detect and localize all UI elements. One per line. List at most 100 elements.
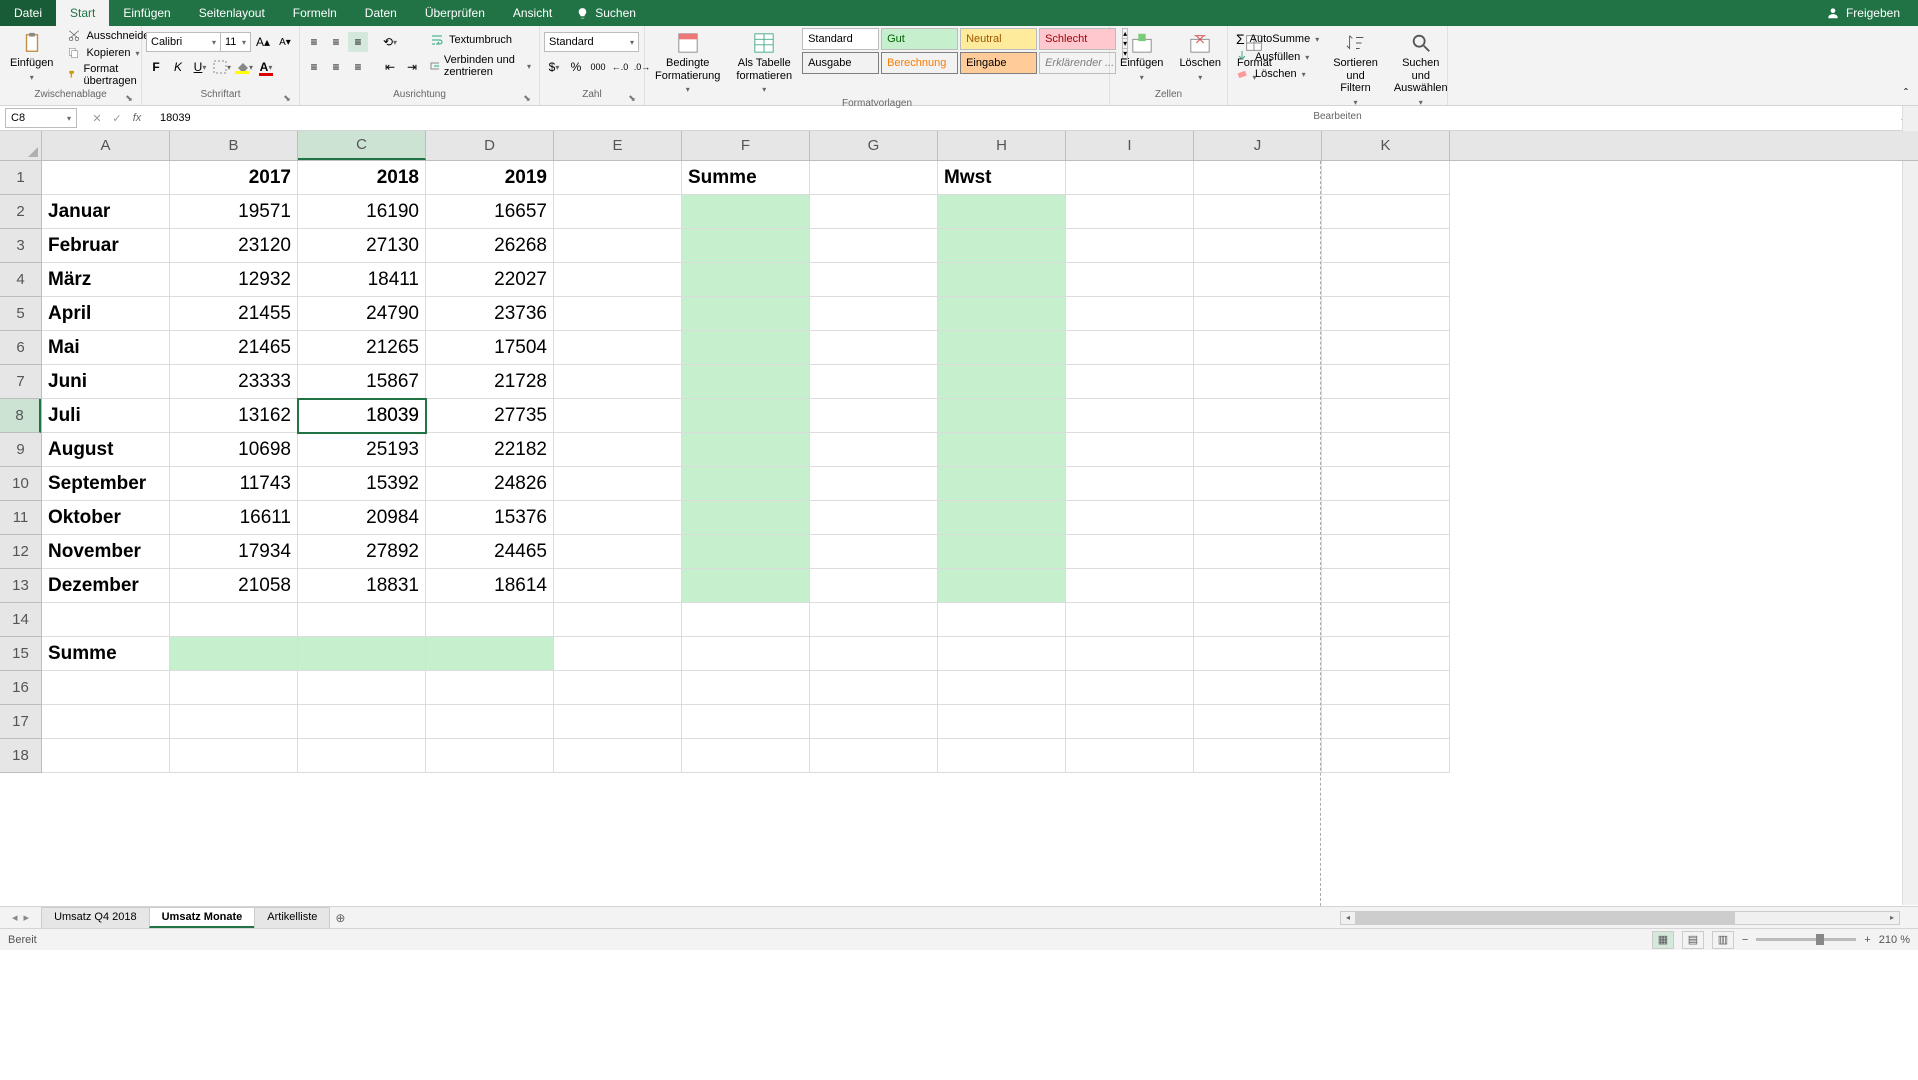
select-all-corner[interactable] <box>0 131 42 161</box>
orientation-button[interactable]: ⟲▾ <box>380 32 400 52</box>
col-header-I[interactable]: I <box>1066 131 1194 160</box>
row-header-8[interactable]: 8 <box>0 399 41 433</box>
cell-B13[interactable]: 21058 <box>170 569 298 603</box>
cell-H6[interactable] <box>938 331 1066 365</box>
cell-G7[interactable] <box>810 365 938 399</box>
cell-C2[interactable]: 16190 <box>298 195 426 229</box>
cell-F13[interactable] <box>682 569 810 603</box>
view-layout-button[interactable]: ▤ <box>1682 931 1704 949</box>
cell-A4[interactable]: März <box>42 263 170 297</box>
tab-layout[interactable]: Seitenlayout <box>185 0 279 26</box>
sheet-tab-q4[interactable]: Umsatz Q4 2018 <box>41 907 150 928</box>
cell-A14[interactable] <box>42 603 170 637</box>
cell-D17[interactable] <box>426 705 554 739</box>
underline-button[interactable]: U▾ <box>190 57 210 77</box>
sort-filter-button[interactable]: Sortieren und Filtern▾ <box>1327 28 1384 111</box>
cell-B1[interactable]: 2017 <box>170 161 298 195</box>
cell-J8[interactable] <box>1194 399 1322 433</box>
cell-F2[interactable] <box>682 195 810 229</box>
cell-B17[interactable] <box>170 705 298 739</box>
cell-C11[interactable]: 20984 <box>298 501 426 535</box>
cell-K6[interactable] <box>1322 331 1450 365</box>
col-header-F[interactable]: F <box>682 131 810 160</box>
row-header-17[interactable]: 17 <box>0 705 41 739</box>
cell-J18[interactable] <box>1194 739 1322 773</box>
cell-K2[interactable] <box>1322 195 1450 229</box>
cell-J4[interactable] <box>1194 263 1322 297</box>
cell-H13[interactable] <box>938 569 1066 603</box>
cell-A15[interactable]: Summe <box>42 637 170 671</box>
cell-K5[interactable] <box>1322 297 1450 331</box>
cell-B15[interactable] <box>170 637 298 671</box>
wrap-text-button[interactable]: Textumbruch <box>426 32 535 48</box>
cell-F18[interactable] <box>682 739 810 773</box>
cell-A6[interactable]: Mai <box>42 331 170 365</box>
cell-A2[interactable]: Januar <box>42 195 170 229</box>
tab-data[interactable]: Daten <box>351 0 411 26</box>
cell-I14[interactable] <box>1066 603 1194 637</box>
cell-K15[interactable] <box>1322 637 1450 671</box>
cell-J2[interactable] <box>1194 195 1322 229</box>
cell-I11[interactable] <box>1066 501 1194 535</box>
cell-G14[interactable] <box>810 603 938 637</box>
horizontal-scrollbar[interactable]: ◂▸ <box>1340 911 1900 925</box>
fill-color-button[interactable]: ▾ <box>234 57 254 77</box>
cell-B11[interactable]: 16611 <box>170 501 298 535</box>
cell-K13[interactable] <box>1322 569 1450 603</box>
style-neutral[interactable]: Neutral <box>960 28 1037 50</box>
cell-D3[interactable]: 26268 <box>426 229 554 263</box>
border-button[interactable]: ▾ <box>212 57 232 77</box>
cell-F7[interactable] <box>682 365 810 399</box>
cell-B14[interactable] <box>170 603 298 637</box>
cell-G13[interactable] <box>810 569 938 603</box>
zoom-out[interactable]: − <box>1742 934 1748 946</box>
row-header-7[interactable]: 7 <box>0 365 41 399</box>
cell-G12[interactable] <box>810 535 938 569</box>
sheet-nav-prev[interactable]: ◂ <box>12 911 18 924</box>
font-name-combo[interactable]: Calibri▾ <box>146 32 221 52</box>
cell-D14[interactable] <box>426 603 554 637</box>
format-as-table-button[interactable]: Als Tabelle formatieren▾ <box>730 28 798 98</box>
cell-K3[interactable] <box>1322 229 1450 263</box>
cell-C10[interactable]: 15392 <box>298 467 426 501</box>
cell-I9[interactable] <box>1066 433 1194 467</box>
font-size-combo[interactable]: 11▾ <box>221 32 251 52</box>
cell-E18[interactable] <box>554 739 682 773</box>
cell-J12[interactable] <box>1194 535 1322 569</box>
cell-H11[interactable] <box>938 501 1066 535</box>
cell-H15[interactable] <box>938 637 1066 671</box>
cell-K1[interactable] <box>1322 161 1450 195</box>
col-header-G[interactable]: G <box>810 131 938 160</box>
cell-F5[interactable] <box>682 297 810 331</box>
cell-E6[interactable] <box>554 331 682 365</box>
cell-C5[interactable]: 24790 <box>298 297 426 331</box>
cell-J9[interactable] <box>1194 433 1322 467</box>
insert-cells-button[interactable]: Einfügen▾ <box>1114 28 1169 86</box>
add-sheet-button[interactable]: ⊕ <box>329 911 351 925</box>
cell-I12[interactable] <box>1066 535 1194 569</box>
cell-F15[interactable] <box>682 637 810 671</box>
cell-F1[interactable]: Summe <box>682 161 810 195</box>
cell-I17[interactable] <box>1066 705 1194 739</box>
cell-G2[interactable] <box>810 195 938 229</box>
cell-K9[interactable] <box>1322 433 1450 467</box>
clear-button[interactable]: Löschen▾ <box>1232 66 1323 82</box>
align-bottom-button[interactable]: ≡ <box>348 32 368 52</box>
cell-H18[interactable] <box>938 739 1066 773</box>
merge-center-button[interactable]: Verbinden und zentrieren▾ <box>426 53 535 79</box>
cell-I7[interactable] <box>1066 365 1194 399</box>
cell-A5[interactable]: April <box>42 297 170 331</box>
col-header-C[interactable]: C <box>298 131 426 160</box>
cell-A16[interactable] <box>42 671 170 705</box>
clipboard-launcher[interactable]: ⬊ <box>123 93 135 105</box>
row-header-15[interactable]: 15 <box>0 637 41 671</box>
cell-E5[interactable] <box>554 297 682 331</box>
cell-D6[interactable]: 17504 <box>426 331 554 365</box>
cell-A11[interactable]: Oktober <box>42 501 170 535</box>
cell-E7[interactable] <box>554 365 682 399</box>
tab-start[interactable]: Start <box>56 0 109 26</box>
cell-B2[interactable]: 19571 <box>170 195 298 229</box>
number-launcher[interactable]: ⬊ <box>626 93 638 105</box>
style-berechnung[interactable]: Berechnung <box>881 52 958 74</box>
share-button[interactable]: Freigeben <box>1808 0 1918 26</box>
